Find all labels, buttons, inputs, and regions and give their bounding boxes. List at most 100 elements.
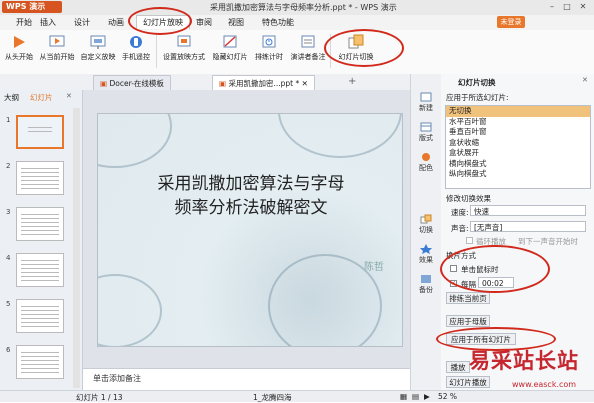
custom-show-icon [90, 35, 106, 49]
play-from-current-label: 从当前开始 [39, 53, 75, 61]
tab-slides[interactable]: 幻灯片 [30, 92, 53, 103]
normal-view-icon[interactable]: ▦ [400, 392, 407, 401]
custom-show-button[interactable]: 自定义放映 [78, 33, 118, 71]
new-tab-button[interactable]: + [348, 76, 356, 87]
effect-item[interactable]: 盒状收缩 [446, 138, 590, 149]
effect-item[interactable]: 垂直百叶窗 [446, 127, 590, 138]
color-scheme-icon [422, 153, 430, 161]
slide-thumbnail-2[interactable] [16, 161, 64, 195]
side-new-slide[interactable]: 新建 [411, 92, 441, 113]
menu-features[interactable]: 特色功能 [256, 16, 300, 29]
rehearse-timing-button[interactable]: 排练计时 [251, 33, 287, 71]
menu-design[interactable]: 设计 [68, 16, 96, 29]
play-start-icon [14, 36, 25, 48]
side-transition-label: 切换 [419, 226, 433, 234]
hide-slide-label: 隐藏幻灯片 [212, 53, 248, 61]
theme-name: 1_龙腾四海 [253, 393, 292, 402]
maximize-icon[interactable]: □ [561, 2, 573, 12]
effect-item[interactable]: 盒状展开 [446, 148, 590, 159]
speaker-notes-icon [301, 35, 315, 48]
thumb-number: 6 [6, 346, 11, 354]
menu-review[interactable]: 审阅 [190, 16, 218, 29]
tab-docer-online[interactable]: ▣ Docer-在线模板 [93, 75, 171, 91]
zoom-level[interactable]: 52 % [438, 392, 457, 401]
slide-thumbnail-4[interactable] [16, 253, 64, 287]
layout-icon [420, 122, 432, 132]
close-tab-icon[interactable]: ✕ [302, 79, 308, 88]
side-layout-label: 版式 [419, 134, 433, 142]
login-button[interactable]: 未登录 [497, 16, 525, 28]
slide-thumbnail-5[interactable] [16, 299, 64, 333]
minimize-icon[interactable]: – [546, 2, 558, 12]
side-backup[interactable]: 备份 [411, 274, 441, 295]
slide-author[interactable]: 陈哲 [364, 258, 384, 273]
play-from-start-button[interactable]: 从头开始 [2, 33, 36, 71]
rehearse-current-button[interactable]: 排练当前页 [446, 292, 490, 304]
phone-remote-label: 手机遥控 [122, 53, 150, 61]
menu-bar: 开始 插入 设计 动画 幻灯片放映 审阅 视图 特色功能 未登录 [0, 15, 594, 31]
effect-item[interactable]: 横向棋盘式 [446, 159, 590, 170]
side-new-label: 新建 [419, 104, 433, 112]
slide-thumbnail-1[interactable] [16, 115, 64, 149]
menu-animation[interactable]: 动画 [102, 16, 130, 29]
close-pane-icon[interactable]: ✕ [582, 76, 588, 84]
close-pane-icon[interactable]: ✕ [66, 92, 72, 100]
apply-master-button[interactable]: 应用于母版 [446, 315, 490, 327]
notes-area[interactable]: 单击添加备注 [83, 368, 410, 391]
custom-show-label: 自定义放映 [80, 53, 116, 61]
loop-checkbox[interactable] [466, 237, 473, 244]
slideshow-button[interactable]: 幻灯片播放 [446, 376, 490, 388]
slide-thumbnail-3[interactable] [16, 207, 64, 241]
play-current-icon [49, 35, 65, 47]
effect-item[interactable]: 无切换 [446, 106, 590, 117]
close-icon[interactable]: ✕ [577, 2, 589, 12]
play-from-current-button[interactable]: 从当前开始 [37, 33, 77, 71]
ribbon-separator [156, 34, 157, 68]
tab-outline[interactable]: 大纲 [4, 92, 19, 103]
slide-thumbnail-6[interactable] [16, 345, 64, 379]
tab-current-document[interactable]: ▣ 采用凯撒加密...ppt * ✕ [212, 75, 315, 91]
document-tab-strip: ▣ Docer-在线模板 ▣ 采用凯撒加密...ppt * ✕ + [0, 74, 410, 91]
sound-label: 声音: [451, 224, 469, 233]
play-button[interactable]: 播放 [446, 361, 470, 373]
highlight-oval [440, 245, 550, 293]
speed-label: 速度: [451, 208, 469, 217]
tab-document-label: 采用凯撒加密...ppt * [228, 79, 300, 88]
slide-sorter-icon[interactable]: ▤ [412, 392, 419, 401]
rehearse-timing-icon [262, 35, 276, 48]
thumb-number: 5 [6, 300, 11, 308]
transition-effects-list[interactable]: 无切换 水平百叶窗 垂直百叶窗 盒状收缩 盒状展开 横向棋盘式 纵向棋盘式 [445, 105, 591, 189]
menu-view[interactable]: 视图 [222, 16, 250, 29]
side-transition[interactable]: 切换 [411, 214, 441, 235]
effect-item[interactable]: 水平百叶窗 [446, 117, 590, 128]
effect-item[interactable]: 纵向棋盘式 [446, 169, 590, 180]
phone-remote-button[interactable]: 手机遥控 [119, 33, 153, 71]
new-slide-icon [420, 92, 432, 102]
thumb-number: 2 [6, 162, 11, 170]
ribbon-toolbar: 从头开始 从当前开始 自定义放映 手机遥控 设置放映方式 隐藏幻灯片 排练计时 … [0, 30, 594, 75]
side-color-scheme[interactable]: 配色 [411, 152, 441, 173]
slide-title[interactable]: 采用凯撒加密算法与字母 频率分析法破解密文 [98, 172, 402, 220]
slide-count: 幻灯片 1 / 13 [76, 393, 123, 402]
slide-title-line-1: 采用凯撒加密算法与字母 [157, 174, 345, 194]
side-effects[interactable]: 效果 [411, 244, 441, 265]
hide-slide-button[interactable]: 隐藏幻灯片 [210, 33, 250, 71]
wps-app-menu-button[interactable]: WPS 演示 [2, 1, 62, 13]
setup-show-label: 设置放映方式 [163, 53, 205, 61]
task-pane-title: 幻灯片切换 [458, 78, 496, 87]
side-backup-label: 备份 [419, 286, 433, 294]
speaker-notes-button[interactable]: 演讲者备注 [288, 33, 328, 71]
menu-insert[interactable]: 插入 [34, 16, 62, 29]
slide-decoration [98, 274, 162, 346]
highlight-oval [324, 29, 404, 67]
current-slide[interactable]: 采用凯撒加密算法与字母 频率分析法破解密文 陈哲 [97, 113, 403, 347]
side-effects-label: 效果 [419, 256, 433, 264]
speed-select[interactable]: 快速 [470, 205, 586, 216]
watermark-logo: 易采站长站 [469, 348, 579, 373]
setup-show-button[interactable]: 设置放映方式 [160, 33, 208, 71]
side-layout[interactable]: 版式 [411, 122, 441, 143]
slide-decoration [278, 114, 402, 158]
thumbnail-scrollbar[interactable] [73, 108, 80, 388]
sound-select[interactable]: [无声音] [470, 221, 586, 232]
slideshow-view-icon[interactable]: ▶ [424, 392, 430, 401]
